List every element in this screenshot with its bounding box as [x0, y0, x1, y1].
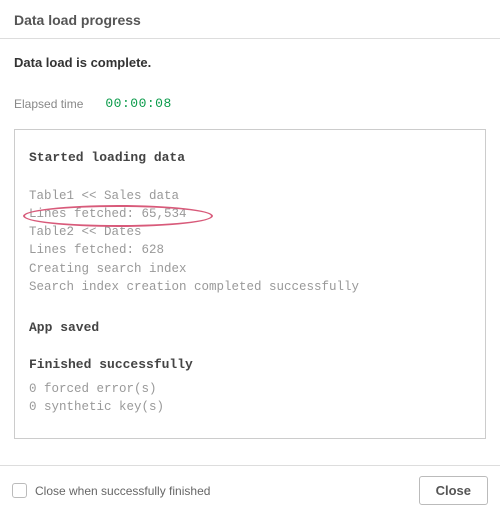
- status-message: Data load is complete.: [0, 39, 500, 78]
- log-synthetic-keys: 0 synthetic key(s): [29, 398, 471, 416]
- log-finished-title: Finished successfully: [29, 357, 471, 372]
- log-panel: Started loading data Table1 << Sales dat…: [14, 129, 486, 439]
- elapsed-time: 00:00:08: [105, 96, 171, 111]
- log-line: Search index creation completed successf…: [29, 278, 471, 296]
- log-forced-errors: 0 forced error(s): [29, 380, 471, 398]
- dialog-title: Data load progress: [0, 0, 500, 39]
- log-start-title: Started loading data: [29, 150, 471, 165]
- log-line: Table1 << Sales data: [29, 187, 471, 205]
- log-line: Lines fetched: 65,534: [29, 205, 471, 223]
- log-saved-title: App saved: [29, 320, 471, 335]
- close-when-finished-checkbox[interactable]: [12, 483, 27, 498]
- log-line: Lines fetched: 628: [29, 241, 471, 259]
- elapsed-row: Elapsed time 00:00:08: [0, 78, 500, 125]
- close-button[interactable]: Close: [419, 476, 488, 505]
- close-when-finished-label: Close when successfully finished: [35, 484, 210, 498]
- log-line: Table2 << Dates: [29, 223, 471, 241]
- close-when-finished-option[interactable]: Close when successfully finished: [12, 483, 210, 498]
- dialog-footer: Close when successfully finished Close: [0, 465, 500, 515]
- log-line: Creating search index: [29, 260, 471, 278]
- elapsed-label: Elapsed time: [14, 97, 83, 111]
